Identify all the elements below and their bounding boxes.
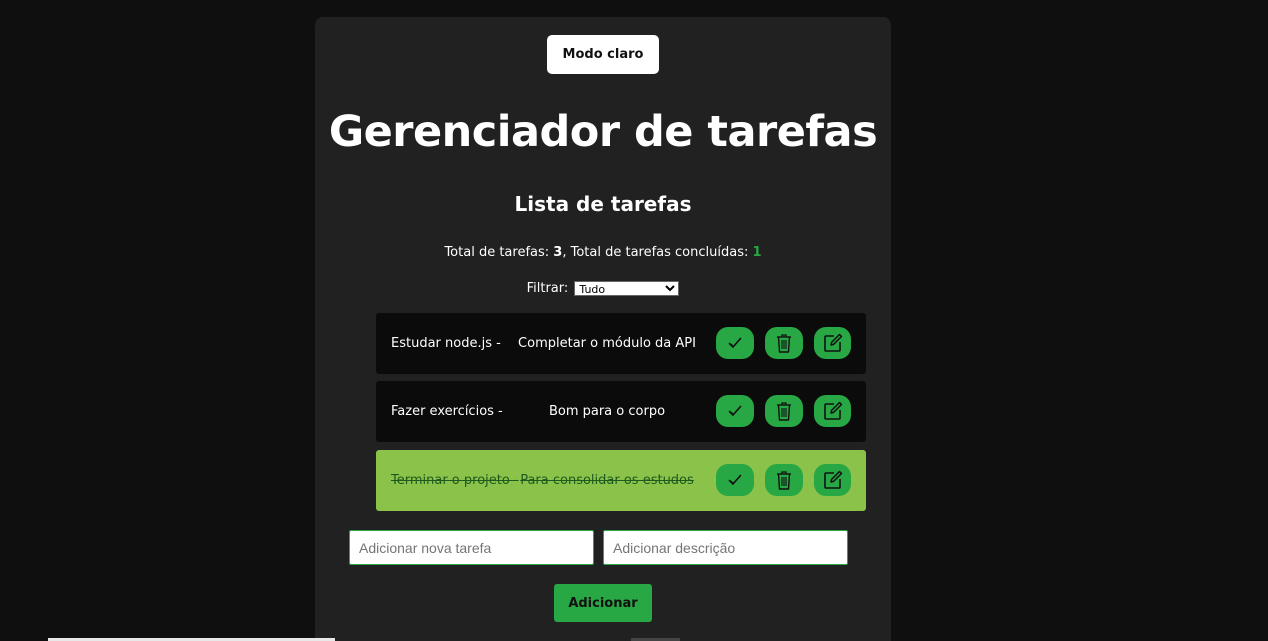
- task-name: Terminar o projeto -: [391, 473, 519, 488]
- delete-task-button[interactable]: [765, 395, 803, 427]
- check-icon: [728, 337, 742, 349]
- edit-icon: [823, 333, 843, 353]
- trash-icon: [776, 470, 792, 490]
- complete-task-button[interactable]: [716, 327, 754, 359]
- edit-task-button[interactable]: [814, 464, 851, 496]
- add-task-button[interactable]: Adicionar: [554, 584, 652, 622]
- task-description: Completar o módulo da API: [518, 336, 696, 351]
- task-item: Fazer exercícios - Bom para o corpo: [376, 381, 866, 442]
- new-description-input[interactable]: [603, 530, 848, 565]
- task-name: Fazer exercícios -: [391, 404, 503, 419]
- total-label: Total de tarefas:: [444, 245, 554, 260]
- edit-icon: [823, 470, 843, 490]
- filter-row: Filtrar: Tudo: [315, 280, 891, 298]
- edit-icon: [823, 401, 843, 421]
- filter-label: Filtrar:: [526, 281, 569, 296]
- page-title: Gerenciador de tarefas: [328, 107, 878, 157]
- task-item: Estudar node.js - Completar o módulo da …: [376, 313, 866, 374]
- edit-task-button[interactable]: [814, 395, 851, 427]
- complete-task-button[interactable]: [716, 395, 754, 427]
- complete-task-button[interactable]: [716, 464, 754, 496]
- task-description: Bom para o corpo: [548, 404, 666, 419]
- new-task-input[interactable]: [349, 530, 594, 565]
- total-count: 3: [553, 245, 563, 260]
- done-label: , Total de tarefas concluídas:: [562, 245, 753, 260]
- task-description: Para consolidar os estudos: [520, 473, 694, 488]
- edit-task-button[interactable]: [814, 327, 851, 359]
- check-icon: [728, 474, 742, 486]
- done-count: 1: [752, 245, 762, 260]
- trash-icon: [776, 333, 792, 353]
- page: Modo claro Gerenciador de tarefas Lista …: [0, 0, 1268, 641]
- task-totals: Total de tarefas: 3, Total de tarefas co…: [315, 244, 891, 262]
- filter-select[interactable]: Tudo: [574, 281, 680, 296]
- light-mode-button[interactable]: Modo claro: [547, 35, 659, 74]
- delete-task-button[interactable]: [765, 327, 803, 359]
- list-subtitle: Lista de tarefas: [514, 192, 692, 216]
- task-manager-panel: Modo claro Gerenciador de tarefas Lista …: [315, 17, 891, 641]
- task-name: Estudar node.js -: [391, 336, 501, 351]
- check-icon: [728, 405, 742, 417]
- task-item-completed: Terminar o projeto - Para consolidar os …: [376, 450, 866, 511]
- trash-icon: [776, 401, 792, 421]
- delete-task-button[interactable]: [765, 464, 803, 496]
